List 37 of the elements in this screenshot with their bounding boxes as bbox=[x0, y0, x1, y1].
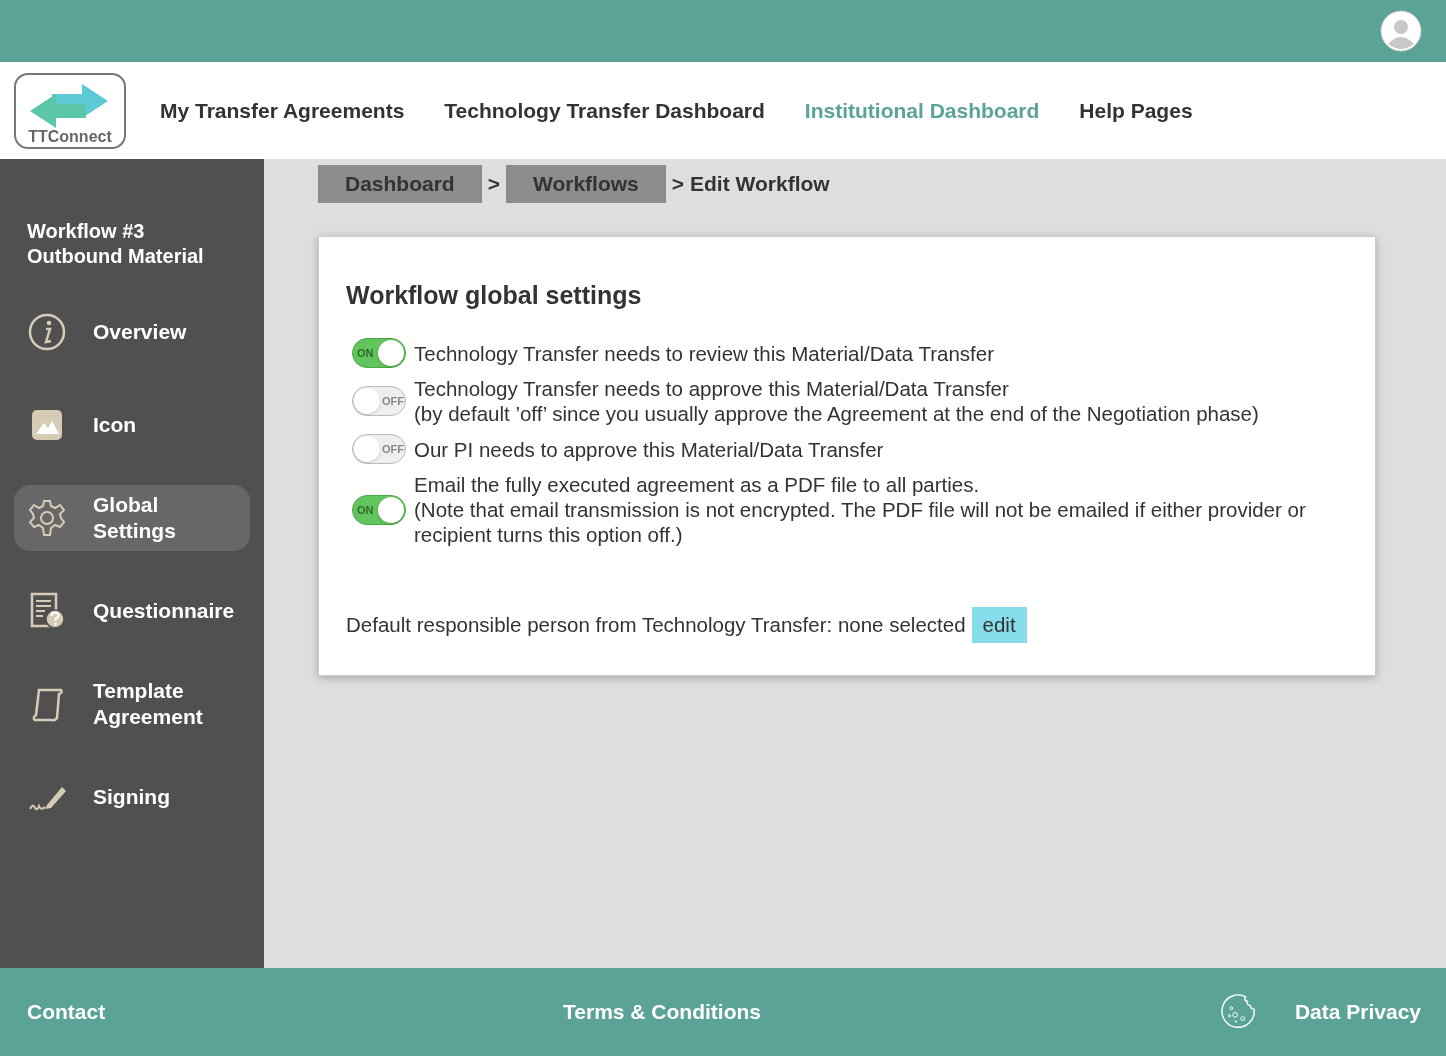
edit-button[interactable]: edit bbox=[971, 607, 1027, 643]
terms-link[interactable]: Terms & Conditions bbox=[563, 1000, 761, 1024]
breadcrumb-link[interactable]: Dashboard bbox=[318, 165, 482, 203]
logo[interactable]: TTConnect bbox=[14, 72, 126, 149]
workflow-title: Workflow #3 Outbound Material bbox=[26, 219, 205, 269]
gear-icon bbox=[27, 498, 67, 538]
option-label: Technology Transfer needs to review this Material/Data Transfer bbox=[414, 340, 994, 366]
avatar-icon[interactable] bbox=[1380, 10, 1422, 52]
toggle-switch[interactable]: ON bbox=[352, 494, 406, 525]
option-label: Email the fully executed agreement as a PDF file to all parties. (Note that email transmission is not encrypted. The PDF file will not be emailed if either provider or recipient turns this option off.) bbox=[414, 472, 1307, 547]
sidebar-item[interactable]: Signing bbox=[14, 764, 250, 830]
contact-link[interactable]: Contact bbox=[27, 1000, 106, 1024]
responsible-text: Default responsible person from Technology Transfer: none selected bbox=[346, 613, 966, 637]
info-icon bbox=[27, 312, 67, 352]
option-label: Our PI needs to approve this Material/Data Transfer bbox=[414, 436, 884, 462]
privacy-link[interactable]: Data Privacy bbox=[1294, 1000, 1421, 1024]
sidebar-item[interactable]: Template Agreement bbox=[14, 671, 250, 737]
nav-link[interactable]: Help Pages bbox=[1079, 98, 1193, 123]
arrows-icon bbox=[30, 83, 110, 128]
toggle-switch[interactable]: OFF bbox=[352, 434, 406, 464]
sidebar-item[interactable]: Global Settings bbox=[14, 485, 250, 551]
breadcrumb-separator: > bbox=[487, 172, 500, 196]
nav-link[interactable]: Institutional Dashboard bbox=[804, 98, 1040, 123]
nav-link[interactable]: Technology Transfer Dashboard bbox=[444, 98, 765, 123]
sidebar-item[interactable]: Icon bbox=[14, 392, 250, 458]
breadcrumb-link[interactable]: Workflows bbox=[505, 165, 666, 203]
logo-text: TTConnect bbox=[28, 127, 112, 146]
cookie-icon bbox=[1218, 993, 1257, 1031]
sidebar-item[interactable]: Questionnaire bbox=[14, 578, 250, 644]
option-label: Technology Transfer needs to approve this Material/Data Transfer (by default ’off’ since you usually approve the Agreement at the end of the Negotiation phase) bbox=[414, 376, 1259, 426]
toggle-switch[interactable]: OFF bbox=[352, 386, 406, 416]
breadcrumb-current: Edit Workflow bbox=[690, 172, 830, 196]
nav-link[interactable]: My Transfer Agreements bbox=[160, 98, 405, 123]
sidebar-item[interactable]: Overview bbox=[14, 299, 250, 365]
toggle-switch[interactable]: ON bbox=[352, 338, 406, 368]
breadcrumb-separator: > bbox=[671, 172, 684, 196]
card-title: Workflow global settings bbox=[346, 281, 643, 310]
